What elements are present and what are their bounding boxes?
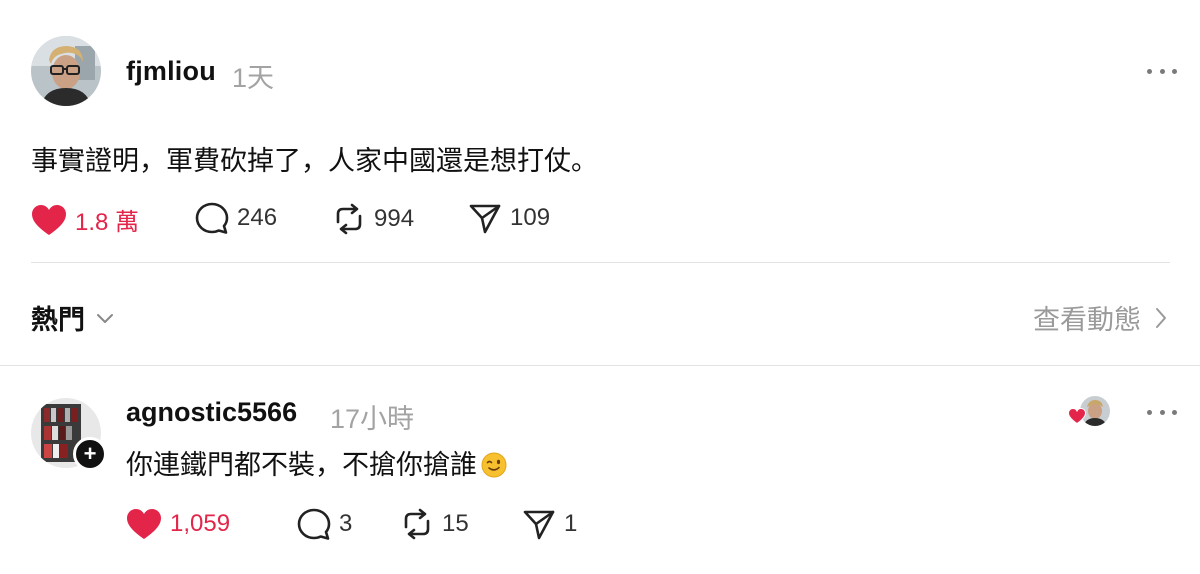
reply-author-username[interactable]: agnostic5566 <box>126 397 297 428</box>
share-icon <box>469 204 501 234</box>
liked-by-author-indicator <box>1068 396 1112 428</box>
post-author-username[interactable]: fjmliou <box>126 56 216 87</box>
plus-icon: + <box>83 441 97 466</box>
post-comment-button[interactable]: 246 <box>195 202 277 234</box>
post-share-count: 109 <box>510 204 551 231</box>
reply-like-button[interactable]: 1,059 <box>126 508 230 540</box>
reply-repost-count: 15 <box>442 510 469 537</box>
reply-share-count: 1 <box>564 510 578 537</box>
view-activity-link[interactable]: 查看動態 <box>1033 298 1169 337</box>
ellipsis-icon <box>1147 409 1152 415</box>
heart-icon <box>32 204 66 235</box>
reply-like-count: 1,059 <box>170 510 231 537</box>
heart-icon <box>1068 408 1086 424</box>
post-share-button[interactable]: 109 <box>468 202 550 234</box>
repost-icon <box>336 203 362 235</box>
chevron-down-icon <box>97 313 113 323</box>
post-timestamp: 1天 <box>232 63 275 93</box>
reply-more-button[interactable] <box>1147 407 1177 417</box>
reply-comment-count: 3 <box>339 510 353 537</box>
post-more-button[interactable] <box>1147 66 1177 76</box>
post-comment-count: 246 <box>237 204 278 231</box>
reply-divider <box>0 365 1200 366</box>
reply-comment-button[interactable]: 3 <box>297 508 352 540</box>
share-icon <box>523 510 555 540</box>
view-activity-label: 查看動態 <box>1033 305 1141 335</box>
post-repost-button[interactable]: 994 <box>332 202 414 236</box>
post-author-avatar[interactable] <box>31 36 101 106</box>
comment-icon <box>195 202 229 234</box>
reply-body: 你連鐵門都不裝，不搶你搶誰 <box>126 443 507 482</box>
repost-icon <box>404 508 430 540</box>
follow-plus-button[interactable]: + <box>73 437 107 471</box>
reply-timestamp: 17小時 <box>330 404 415 434</box>
post-repost-count: 994 <box>374 205 415 232</box>
post-like-button[interactable]: 1.8 萬 <box>31 202 139 237</box>
reply-share-button[interactable]: 1 <box>522 508 577 540</box>
section-divider <box>31 262 1170 263</box>
post-like-count: 1.8 萬 <box>75 209 140 236</box>
sort-label: 熱門 <box>31 305 85 335</box>
winking-face-icon <box>481 452 507 478</box>
ellipsis-icon <box>1147 68 1152 74</box>
reply-repost-button[interactable]: 15 <box>400 507 469 541</box>
chevron-right-icon <box>1156 307 1166 328</box>
sort-dropdown[interactable]: 熱門 <box>31 298 115 337</box>
reply-body-text: 你連鐵門都不裝，不搶你搶誰 <box>126 450 477 480</box>
comment-icon <box>297 508 331 540</box>
heart-icon <box>127 509 161 539</box>
post-body-text: 事實證明，軍費砍掉了，人家中國還是想打仗。 <box>31 146 598 176</box>
